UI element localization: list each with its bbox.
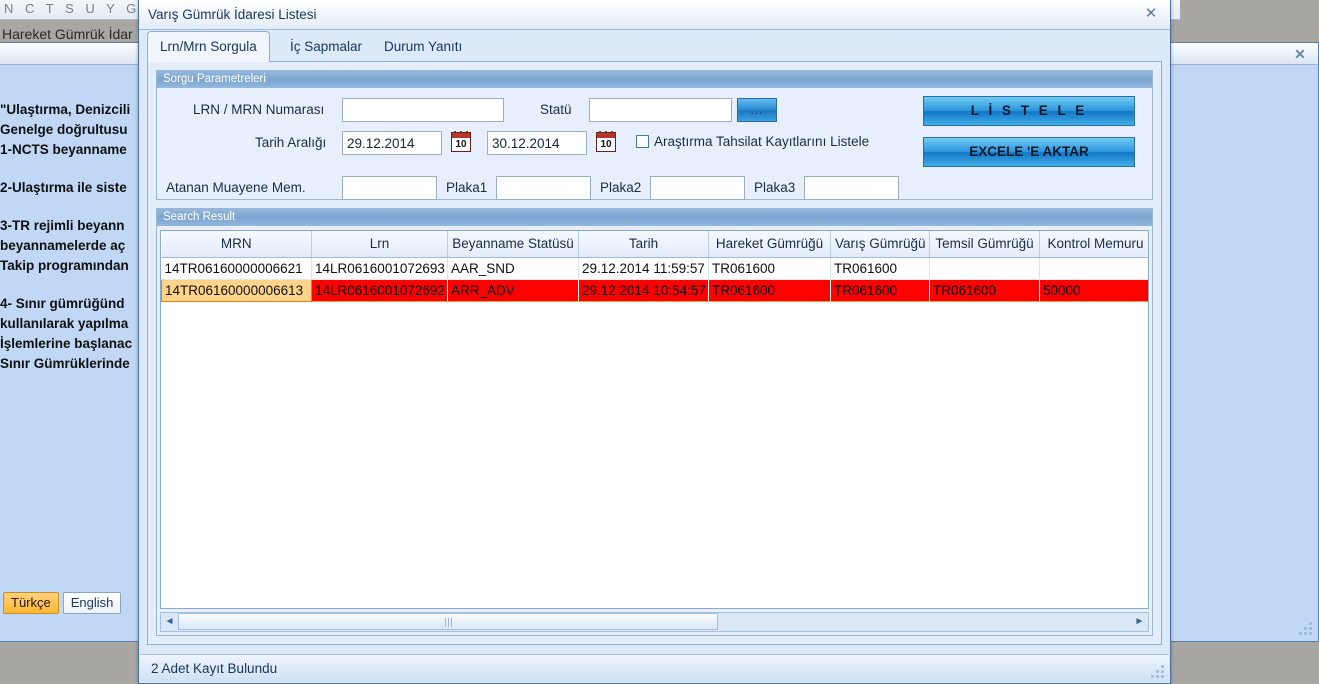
scrollbar-track[interactable] (178, 613, 1131, 631)
statu-label: Statü (540, 102, 572, 117)
search-result-grid[interactable]: MRN Lrn Beyanname Statüsü Tarih Hareket … (160, 230, 1149, 609)
background-subheader: Hareket Gümrük İdar (2, 26, 133, 42)
column-header-hareket-gumrugu[interactable]: Hareket Gümrüğü (708, 231, 831, 258)
calendar-icon-from[interactable]: 10 (451, 131, 471, 152)
table-row[interactable]: 14TR06160000006621 14LR0616001072693 AAR… (161, 257, 1148, 280)
cell-lrn: 14LR0616001072693 (311, 257, 448, 280)
cell-mrn: 14TR06160000006613 (161, 278, 312, 302)
listele-button[interactable]: L İ S T E L E (923, 96, 1135, 126)
cell-hareket-gumrugu: TR061600 (708, 278, 831, 302)
announcement-line: 1-NCTS beyanname (0, 142, 127, 157)
screen-root: ✕ N C T S U Y G U L A Hareket Gümrük İda… (0, 0, 1319, 684)
record-count-status: 2 Adet Kayıt Bulundu (151, 661, 278, 676)
arastirma-tahsilat-checkbox[interactable] (636, 135, 649, 148)
results-table: MRN Lrn Beyanname Statüsü Tarih Hareket … (161, 231, 1148, 302)
language-button-turkish[interactable]: Türkçe (3, 592, 59, 614)
table-header-row: MRN Lrn Beyanname Statüsü Tarih Hareket … (161, 231, 1148, 258)
cell-temsil-gumrugu (929, 257, 1040, 280)
dialog-status-bar: 2 Adet Kayıt Bulundu (140, 654, 1169, 682)
plaka2-input[interactable] (650, 176, 745, 200)
dialog-close-icon[interactable]: ✕ (1143, 6, 1159, 22)
language-button-english[interactable]: English (62, 592, 122, 614)
table-row-selected[interactable]: 14TR06160000006613 14LR0616001072692 ARR… (161, 278, 1148, 302)
announcement-line: Genelge doğrultusu (0, 122, 128, 137)
dialog-titlebar: Varış Gümrük İdaresi Listesi ✕ (139, 0, 1170, 30)
arrival-customs-office-list-dialog: Varış Gümrük İdaresi Listesi ✕ Lrn/Mrn S… (138, 0, 1171, 684)
lrn-mrn-input[interactable] (342, 98, 504, 122)
date-to-input[interactable] (487, 131, 587, 155)
announcement-line: İşlemlerine başlanac (0, 336, 133, 351)
column-header-varis-gumrugu[interactable]: Varış Gümrüğü (830, 231, 930, 258)
tab-durum-yaniti[interactable]: Durum Yanıtı (372, 33, 474, 62)
announcement-line: 3-TR rejimli beyann (0, 218, 125, 233)
cell-beyanname-statusu: ARR_ADV (447, 278, 579, 302)
cell-tarih: 29.12.2014 10:54:57 (578, 278, 709, 302)
plaka2-label: Plaka2 (600, 180, 642, 195)
calendar-icon-to[interactable]: 10 (596, 131, 616, 152)
announcement-line: kullanılarak yapılma (0, 316, 129, 331)
lrn-mrn-label: LRN / MRN Numarası (193, 102, 325, 117)
officer-input[interactable] (342, 176, 437, 200)
dialog-title: Varış Gümrük İdaresi Listesi (148, 7, 317, 22)
search-result-title: Search Result (157, 209, 1152, 226)
column-header-lrn[interactable]: Lrn (311, 231, 448, 258)
cell-temsil-gumrugu: TR061600 (929, 278, 1040, 302)
statu-browse-button[interactable]: ... (737, 98, 777, 122)
announcement-line: Takip programından (0, 258, 129, 273)
arastirma-tahsilat-checkbox-row[interactable]: Araştırma Tahsilat Kayıtlarını Listele (636, 134, 869, 149)
calendar-day-to: 10 (596, 138, 616, 152)
background-announcement-text: "Ulaştırma, Denizcili Genelge doğrultusu… (0, 100, 140, 374)
announcement-line: 2-Ulaştırma ile siste (0, 180, 127, 195)
tab-ic-sapmalar[interactable]: İç Sapmalar (278, 33, 374, 62)
query-parameters-group: Sorgu Parametreleri LRN / MRN Numarası S… (156, 70, 1153, 200)
calendar-day-from: 10 (451, 138, 471, 152)
dialog-resize-grip[interactable] (1150, 664, 1164, 678)
column-header-temsil-gumrugu[interactable]: Temsil Gümrüğü (929, 231, 1040, 258)
announcement-line: "Ulaştırma, Denizcili (0, 102, 131, 117)
scrollbar-thumb[interactable] (178, 613, 718, 630)
column-header-beyanname-statusu[interactable]: Beyanname Statüsü (447, 231, 579, 258)
column-header-kontrol-memuru[interactable]: Kontrol Memuru (1039, 231, 1148, 258)
dialog-tabstrip: Lrn/Mrn Sorgula İç Sapmalar Durum Yanıtı (147, 31, 1162, 62)
cell-lrn: 14LR0616001072692 (311, 278, 448, 302)
announcement-line: Sınır Gümrüklerinde (0, 356, 130, 371)
background-close-icon[interactable]: ✕ (1292, 46, 1308, 62)
excele-aktar-button[interactable]: EXCELE 'E AKTAR (923, 137, 1135, 167)
announcement-line: beyannamelerde aç (0, 238, 126, 253)
date-range-label: Tarih Aralığı (255, 135, 327, 150)
cell-tarih: 29.12.2014 11:59:57 (578, 257, 709, 280)
tab-lrn-mrn-sorgula[interactable]: Lrn/Mrn Sorgula (147, 31, 270, 62)
query-parameters-title: Sorgu Parametreleri (157, 71, 1152, 88)
plaka1-label: Plaka1 (446, 180, 488, 195)
language-switcher: Türkçe English (3, 592, 122, 614)
officer-label: Atanan Muayene Mem. (166, 180, 306, 195)
plaka1-input[interactable] (496, 176, 591, 200)
announcement-line: 4- Sınır gümrüğünd (0, 296, 125, 311)
column-header-tarih[interactable]: Tarih (578, 231, 709, 258)
cell-mrn: 14TR06160000006621 (161, 257, 312, 280)
arastirma-tahsilat-label: Araştırma Tahsilat Kayıtlarını Listele (654, 134, 870, 149)
cell-kontrol-memuru: 50000 (1039, 278, 1148, 302)
search-result-group: Search Result MRN Lrn Beyanname Statüsü … (156, 208, 1153, 636)
horizontal-scrollbar[interactable]: ◄ ► (160, 612, 1149, 632)
scroll-left-icon[interactable]: ◄ (161, 613, 178, 631)
cell-beyanname-statusu: AAR_SND (447, 257, 579, 280)
scrollbar-thumb-grip (445, 618, 452, 627)
column-header-mrn[interactable]: MRN (161, 231, 312, 258)
cell-kontrol-memuru (1039, 257, 1148, 280)
cell-varis-gumrugu: TR061600 (830, 278, 930, 302)
query-parameters-body: LRN / MRN Numarası Statü ... Tarih Aralı… (157, 88, 1152, 200)
cell-varis-gumrugu: TR061600 (830, 257, 930, 280)
scroll-right-icon[interactable]: ► (1131, 613, 1148, 631)
plaka3-label: Plaka3 (754, 180, 796, 195)
cell-hareket-gumrugu: TR061600 (708, 257, 831, 280)
plaka3-input[interactable] (804, 176, 899, 200)
dialog-tab-panel: Sorgu Parametreleri LRN / MRN Numarası S… (147, 61, 1162, 645)
statu-input[interactable] (589, 98, 732, 122)
date-from-input[interactable] (342, 131, 442, 155)
background-resize-grip[interactable] (1298, 621, 1312, 635)
